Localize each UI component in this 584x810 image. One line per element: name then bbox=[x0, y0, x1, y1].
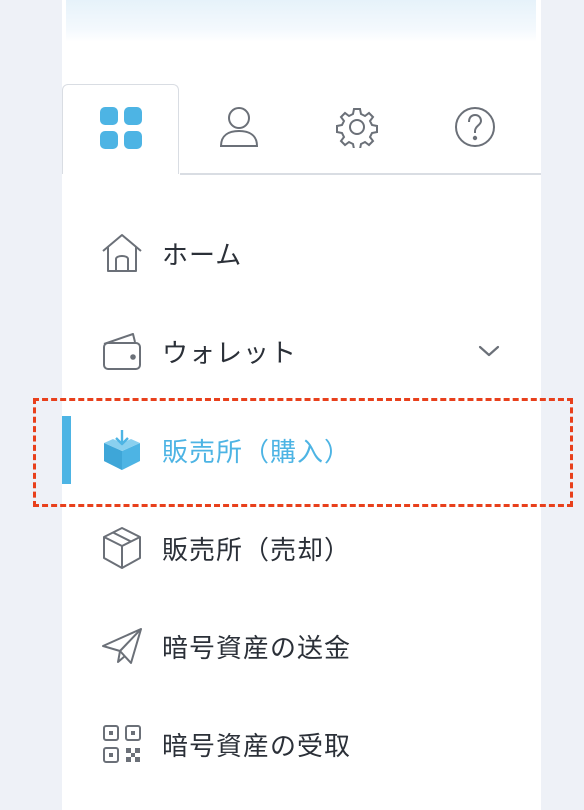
menu-label-send: 暗号資産の送金 bbox=[162, 633, 352, 664]
menu-label-home: ホーム bbox=[162, 240, 243, 271]
home-icon bbox=[100, 231, 144, 275]
grid-icon bbox=[99, 106, 142, 153]
tab-dashboard[interactable] bbox=[62, 84, 179, 174]
tab-settings[interactable] bbox=[298, 84, 416, 174]
top-banner bbox=[66, 0, 536, 42]
tab-help[interactable] bbox=[416, 84, 534, 174]
chevron-down-icon[interactable] bbox=[474, 336, 504, 366]
box-outline-icon bbox=[100, 526, 144, 570]
menu-label-sell: 販売所（売却） bbox=[162, 535, 352, 566]
menu-item-receive[interactable]: 暗号資産の受取 bbox=[62, 695, 541, 793]
sidebar-tabs bbox=[62, 84, 541, 175]
paper-plane-icon bbox=[100, 624, 144, 668]
wallet-icon bbox=[100, 329, 144, 373]
menu-label-wallet: ウォレット bbox=[162, 338, 298, 369]
menu-item-sell[interactable]: 販売所（売却） bbox=[62, 499, 541, 597]
gear-icon bbox=[336, 106, 378, 152]
menu-label-receive: 暗号資産の受取 bbox=[162, 731, 352, 762]
tab-account[interactable] bbox=[180, 84, 298, 174]
user-icon bbox=[219, 106, 259, 152]
qr-code-icon bbox=[100, 722, 144, 766]
highlight-annotation bbox=[33, 398, 573, 507]
question-icon bbox=[454, 106, 496, 152]
menu-item-send[interactable]: 暗号資産の送金 bbox=[62, 597, 541, 695]
menu-item-wallet[interactable]: ウォレット bbox=[62, 302, 541, 400]
menu-item-home[interactable]: ホーム bbox=[62, 204, 541, 302]
